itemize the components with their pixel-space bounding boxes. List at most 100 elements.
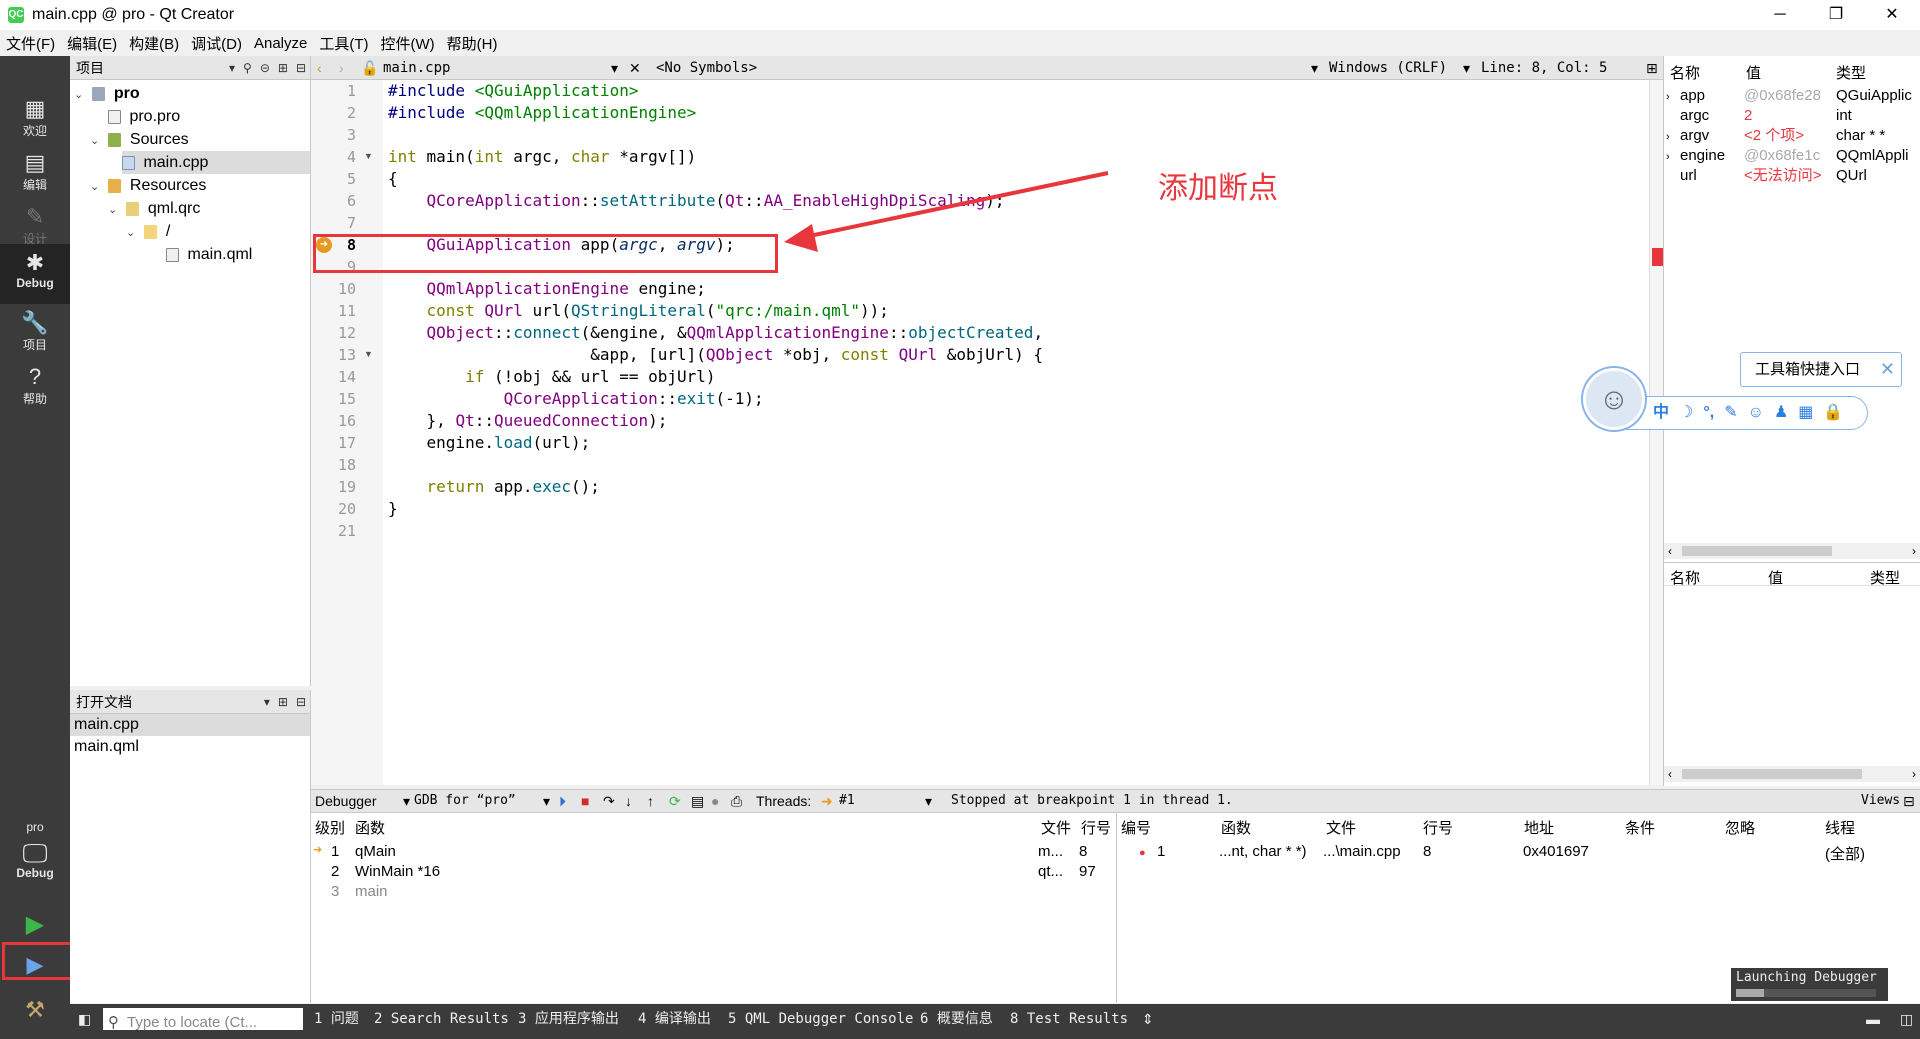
split-icon[interactable]: ⊞ [278, 690, 288, 714]
line-number[interactable]: 13 [311, 344, 356, 366]
line-number[interactable]: 3 [311, 124, 356, 146]
scroll-left-icon[interactable]: ‹ [1668, 766, 1672, 782]
menu-analyze[interactable]: Analyze [248, 35, 313, 52]
restart-icon[interactable]: ⟳ [669, 790, 681, 812]
forward-icon[interactable]: › [339, 56, 344, 80]
stop-icon[interactable]: ■ [581, 790, 589, 812]
code-line[interactable]: return app.exec(); [388, 476, 600, 498]
locals-row[interactable]: › argv <2 个项> char * * [1666, 126, 1885, 146]
menu-tools[interactable]: 工具(T) [313, 33, 374, 54]
grid-icon[interactable]: ▦ [1798, 397, 1813, 429]
mode-help[interactable]: ? 帮助 [0, 358, 70, 413]
locals-header-type[interactable]: 类型 [1836, 62, 1866, 83]
line-number[interactable]: 19 [311, 476, 356, 498]
output-tab-search-results[interactable]: 2 Search Results [374, 1004, 509, 1034]
more-tabs-icon[interactable]: ⇕ [1142, 1004, 1154, 1034]
line-number-gutter[interactable]: 1 2 3 4 5 6 7 8 9 10 11 12 13 14 15 16 17 18 19 20 21 ▼ ▼ ➜ [311, 80, 383, 785]
locals-header-name[interactable]: 名称 [1670, 62, 1700, 83]
continue-icon[interactable]: ⏵ [559, 790, 566, 812]
step-over-icon[interactable]: ↷ [603, 790, 615, 812]
maximize-button[interactable]: ❐ [1808, 0, 1864, 30]
close-file-icon[interactable]: ✕ [629, 56, 641, 80]
close-icon[interactable]: ✕ [1880, 353, 1895, 386]
line-number[interactable]: 12 [311, 322, 356, 344]
output-tab-qml-console[interactable]: 5 QML Debugger Console [728, 1004, 913, 1034]
mode-welcome[interactable]: ▦ 欢迎 [0, 90, 70, 145]
tree-item-qml-qrc[interactable]: ⌄ qml.qrc [108, 197, 200, 220]
line-number[interactable]: 17 [311, 432, 356, 454]
expand-icon[interactable]: › [1666, 87, 1680, 107]
watchers-horizontal-scrollbar[interactable]: ‹ › [1664, 766, 1920, 782]
locals-row[interactable]: › app @0x68fe28 QGuiApplic [1666, 86, 1912, 106]
watchers-header-value[interactable]: 值 [1768, 567, 1783, 588]
watchers-header-name[interactable]: 名称 [1670, 567, 1700, 588]
symbols-dropdown-icon[interactable]: ▾ [1311, 56, 1318, 80]
bp-header-ignore[interactable]: 忽略 [1725, 817, 1755, 838]
locals-horizontal-scrollbar[interactable]: ‹ › [1664, 543, 1920, 559]
code-line[interactable]: if (!obj && url == objUrl) [388, 366, 715, 388]
code-line[interactable]: QQmlApplicationEngine engine; [388, 278, 706, 300]
line-number[interactable]: 20 [311, 498, 356, 520]
view-dropdown-icon[interactable]: ▾ [403, 790, 410, 812]
punctuation-icon[interactable]: °, [1703, 397, 1714, 429]
code-line[interactable]: QObject::connect(&engine, &QQmlApplicati… [388, 322, 1044, 344]
code-line[interactable]: QCoreApplication::setAttribute(Qt::AA_En… [388, 190, 1005, 212]
filter-icon[interactable]: ⚲ [243, 56, 252, 80]
code-line[interactable]: int main(int argc, char *argv[]) [388, 146, 696, 168]
line-number[interactable]: 16 [311, 410, 356, 432]
open-doc-item[interactable]: main.cpp [70, 714, 310, 736]
menu-build[interactable]: 构建(B) [123, 33, 185, 54]
line-number[interactable]: 10 [311, 278, 356, 300]
tree-item-main-cpp[interactable]: main.cpp [122, 151, 310, 174]
code-line[interactable]: #include <QGuiApplication> [388, 80, 638, 102]
menu-widgets[interactable]: 控件(W) [375, 33, 441, 54]
step-into-icon[interactable]: ↓ [625, 790, 632, 812]
expand-icon[interactable]: › [1666, 147, 1680, 167]
line-number[interactable]: 2 [311, 102, 356, 124]
line-ending-dropdown-icon[interactable]: ▾ [1463, 56, 1470, 80]
progress-toggle-icon[interactable]: ◫ [1900, 1004, 1913, 1034]
shirt-icon[interactable]: ♟ [1774, 397, 1788, 429]
chinese-input-icon[interactable]: 中 [1653, 397, 1669, 429]
scroll-right-icon[interactable]: › [1912, 543, 1916, 559]
scroll-thumb[interactable] [1682, 546, 1832, 556]
locator-input[interactable]: ⚲ Type to locate (Ct... [103, 1008, 303, 1031]
split-icon[interactable]: ⊞ [278, 56, 288, 80]
code-line[interactable]: const QUrl url(QStringLiteral("qrc:/main… [388, 300, 889, 322]
views-button[interactable]: Views [1861, 790, 1900, 812]
code-editor[interactable]: 1 2 3 4 5 6 7 8 9 10 11 12 13 14 15 16 17 18 19 20 21 ▼ ▼ ➜ #in… [311, 80, 1664, 785]
bp-header-function[interactable]: 函数 [1221, 817, 1251, 838]
line-number[interactable]: 4 [311, 146, 356, 168]
output-tab-general-messages[interactable]: 6 概要信息 [920, 1004, 993, 1034]
toggle-sidebar-icon[interactable]: ◧ [78, 1004, 91, 1034]
expand-icon[interactable]: › [1666, 127, 1680, 147]
mode-debug[interactable]: ✱ Debug [0, 244, 70, 304]
minimize-button[interactable]: ─ [1752, 0, 1808, 30]
engine-dropdown-icon[interactable]: ▾ [543, 790, 550, 812]
bp-header-file[interactable]: 文件 [1326, 817, 1356, 838]
mode-projects[interactable]: 🔧 项目 [0, 304, 70, 359]
close-button[interactable]: ✕ [1864, 0, 1920, 30]
smiley-icon[interactable]: ☺ [1748, 397, 1764, 429]
line-number[interactable]: 1 [311, 80, 356, 102]
tree-item-resources[interactable]: ⌄ Resources [90, 174, 206, 197]
kit-selector[interactable]: pro 🖵 Debug [0, 814, 70, 904]
debugger-engine-selector[interactable]: GDB for “pro” [414, 790, 516, 812]
close-panel-icon[interactable]: ⊟ [296, 690, 306, 714]
scroll-right-icon[interactable]: › [1912, 766, 1916, 782]
line-number[interactable]: 21 [311, 520, 356, 542]
close-panel-icon[interactable]: ⊟ [1903, 790, 1915, 812]
lock-icon[interactable]: 🔒 [1823, 397, 1843, 429]
record-icon[interactable]: ● [711, 790, 719, 812]
menu-debug[interactable]: 调试(D) [185, 33, 248, 54]
tree-item-slash[interactable]: ⌄ / [126, 220, 170, 243]
menu-help[interactable]: 帮助(H) [441, 33, 504, 54]
menu-file[interactable]: 文件(F) [0, 33, 61, 54]
line-ending-selector[interactable]: Windows (CRLF) [1329, 56, 1447, 80]
line-number[interactable]: 15 [311, 388, 356, 410]
editor-scrollbar[interactable] [1649, 80, 1664, 785]
bp-header-condition[interactable]: 条件 [1625, 817, 1655, 838]
thread-selector[interactable]: #1 [839, 790, 855, 812]
line-number[interactable]: 7 [311, 212, 356, 234]
step-out-icon[interactable]: ↑ [647, 790, 654, 812]
